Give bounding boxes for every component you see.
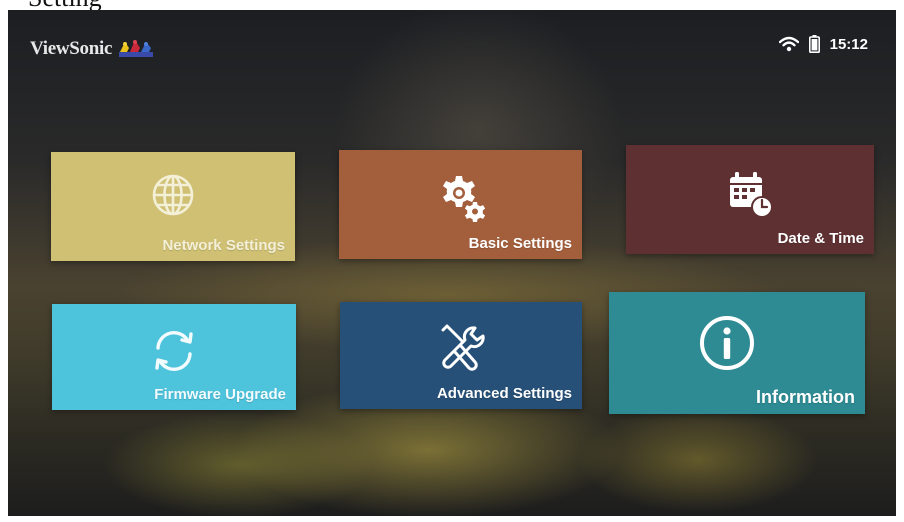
gear-icon — [442, 176, 485, 222]
battery-icon — [808, 35, 820, 53]
brand-logo: ViewSonic — [30, 38, 156, 60]
advanced-settings-tile[interactable]: Advanced Settings — [340, 302, 582, 409]
tile-label: Firmware Upgrade — [154, 386, 286, 403]
tile-label: Information — [756, 387, 855, 407]
tile-label: Date & Time — [777, 230, 864, 247]
calendar-clock-icon — [730, 172, 773, 218]
status-bar: 15:12 — [778, 35, 868, 53]
brand-name: ViewSonic — [30, 38, 113, 59]
tile-label: Basic Settings — [468, 235, 572, 252]
projector-screen: ViewSonic 15:12 Network Settings Basic S… — [8, 10, 896, 516]
information-tile[interactable]: Information — [609, 292, 865, 414]
basic-settings-tile[interactable]: Basic Settings — [339, 150, 582, 259]
network-settings-tile[interactable]: Network Settings — [51, 152, 295, 261]
refresh-icon — [155, 331, 193, 371]
globe-icon — [152, 174, 194, 216]
clock: 15:12 — [829, 35, 868, 53]
firmware-upgrade-tile[interactable]: Firmware Upgrade — [52, 304, 296, 410]
date-time-tile[interactable]: Date & Time — [626, 145, 874, 254]
tile-label: Advanced Settings — [436, 385, 572, 402]
tools-icon — [441, 324, 485, 371]
info-icon — [699, 316, 754, 370]
page-caption: Setting — [28, 0, 102, 10]
three-birds-logo-icon — [119, 40, 154, 57]
tile-label: Network Settings — [162, 237, 285, 254]
wifi-icon — [778, 36, 799, 52]
